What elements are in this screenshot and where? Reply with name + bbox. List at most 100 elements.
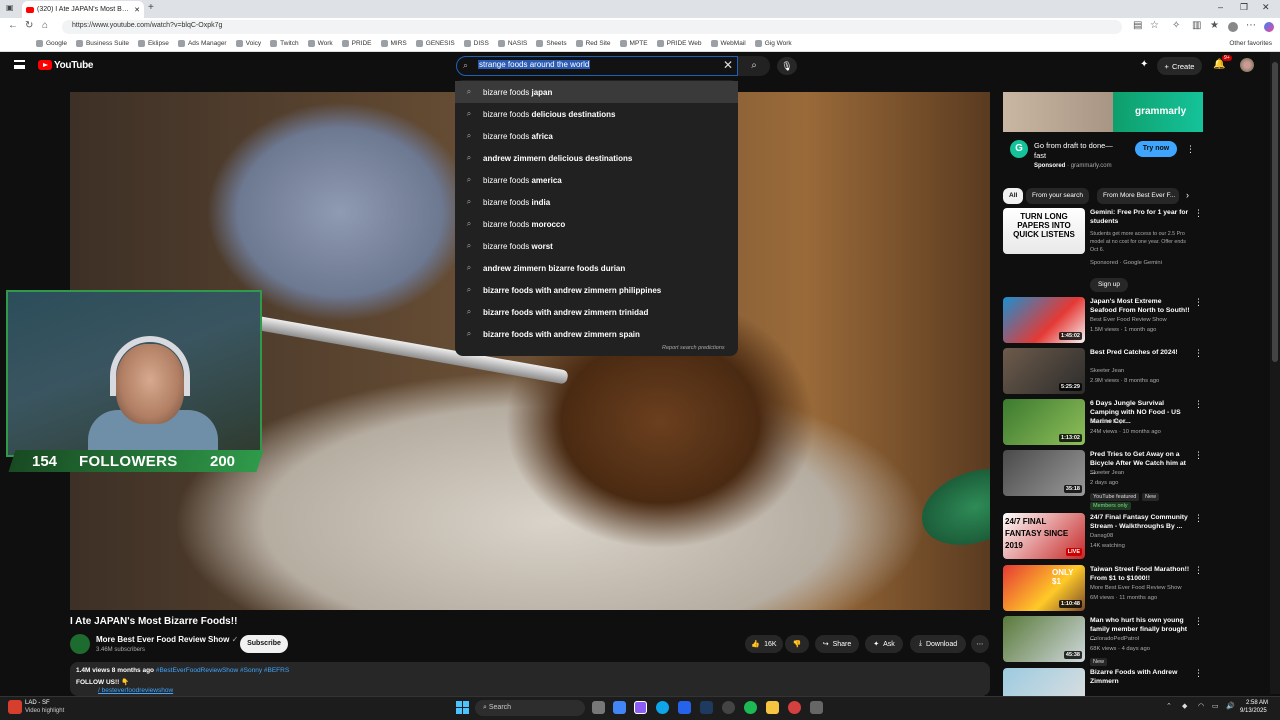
reader-icon[interactable]: ▤ (1133, 20, 1142, 31)
copilot-icon[interactable] (1264, 22, 1274, 32)
sparkle-icon[interactable]: ✦ (1140, 59, 1148, 70)
bookmark-item[interactable]: NASIS (497, 40, 527, 47)
rec-title[interactable]: 24/7 Final Fantasy Community Stream - Wa… (1090, 513, 1190, 531)
rec-channel[interactable]: Dansg08 (1090, 532, 1190, 540)
app-icon-gray[interactable] (810, 701, 823, 714)
rec-title[interactable]: Gemini: Free Pro for 1 year for students (1090, 208, 1190, 226)
chrome-app-icon[interactable] (613, 701, 626, 714)
rec-channel[interactable]: ColoradoPedPatrol (1090, 635, 1190, 643)
more-actions-button[interactable]: ⋯ (971, 635, 989, 653)
tray-app-icon[interactable]: ◆ (1182, 702, 1187, 710)
rec-title[interactable]: Bizarre Foods with Andrew Zimmern (1090, 668, 1190, 686)
split-screen-icon[interactable]: ▥ (1192, 20, 1201, 31)
app-icon-blue[interactable] (678, 701, 691, 714)
bookmark-item[interactable]: Ads Manager (177, 40, 227, 47)
back-icon[interactable]: ← (8, 20, 18, 31)
search-suggestion[interactable]: ⌕ bizarre foods with andrew zimmern trini… (455, 301, 738, 323)
share-button[interactable]: ↪ Share (815, 635, 859, 653)
dislike-button[interactable]: 👎 (785, 635, 809, 653)
bookmark-item[interactable]: WebMail (710, 40, 746, 47)
rec-more-icon[interactable]: ⋮ (1194, 399, 1203, 410)
search-suggestion[interactable]: ⌕ bizarre foods with andrew zimmern spain (455, 323, 738, 345)
rec-thumbnail[interactable]: 45:38 (1003, 616, 1085, 662)
rec-title[interactable]: Taiwan Street Food Marathon!! From $1 to… (1090, 565, 1190, 583)
close-window-icon[interactable]: ✕ (1262, 2, 1270, 13)
widget-icon[interactable] (8, 700, 22, 714)
start-button[interactable] (456, 701, 469, 714)
ad-title[interactable]: Go from draft to done—fast (1034, 141, 1124, 161)
file-explorer-icon[interactable] (766, 701, 779, 714)
chip-all[interactable]: All (1003, 188, 1024, 204)
rec-channel[interactable]: Outdoor Boys (1090, 418, 1190, 426)
rec-more-icon[interactable]: ⋮ (1194, 616, 1203, 627)
rec-more-icon[interactable]: ⋮ (1194, 208, 1203, 219)
channel-name[interactable]: More Best Ever Food Review Show ✓ (96, 635, 238, 644)
volume-icon[interactable]: 🔊 (1226, 702, 1235, 710)
bookmark-item[interactable]: Work (307, 40, 333, 47)
channel-avatar[interactable] (70, 634, 90, 654)
download-button[interactable]: ⤓ Download (910, 635, 966, 653)
network-icon[interactable]: ▭ (1212, 702, 1219, 710)
bookmark-item[interactable]: Sheets (536, 40, 567, 47)
reload-icon[interactable]: ↻ (25, 20, 33, 31)
spotify-app-icon[interactable] (744, 701, 757, 714)
rec-channel[interactable]: Skeeter Jean (1090, 367, 1190, 375)
chip-from-channel[interactable]: From More Best Ever F... (1097, 188, 1179, 204)
bookmark-item[interactable]: Google (36, 40, 67, 47)
edge-app-icon[interactable] (656, 701, 669, 714)
bookmark-item[interactable]: Eklipse (137, 40, 169, 47)
rec-more-icon[interactable]: ⋮ (1194, 297, 1203, 308)
more-menu-icon[interactable]: ⋯ (1246, 20, 1256, 31)
taskbar-search[interactable]: ⌕ Search (475, 700, 585, 716)
create-button[interactable]: + Create (1157, 57, 1202, 75)
rec-more-icon[interactable]: ⋮ (1194, 513, 1203, 524)
clear-search-icon[interactable]: ✕ (723, 58, 733, 72)
home-icon[interactable]: ⌂ (42, 20, 48, 31)
search-suggestion[interactable]: ⌕ bizarre foods america (455, 169, 738, 191)
tab-actions-icon[interactable]: ▣ (6, 3, 14, 12)
rec-thumbnail[interactable]: 5:25:29 (1003, 348, 1085, 394)
bookmark-item[interactable]: MPTE (619, 40, 648, 47)
menu-icon[interactable] (14, 60, 25, 69)
favorites-icon[interactable]: ★ (1210, 20, 1219, 31)
like-button[interactable]: 👍 16K (745, 635, 783, 653)
account-avatar[interactable] (1240, 58, 1254, 72)
extensions-icon[interactable]: ✧ (1172, 20, 1180, 31)
rec-thumbnail[interactable]: 35:18 (1003, 450, 1085, 496)
bookmark-item[interactable]: PRIDE (341, 40, 372, 47)
search-suggestion[interactable]: ⌕ andrew zimmern bizarre foods durian (455, 257, 738, 279)
search-suggestion[interactable]: ⌕ bizarre foods africa (455, 125, 738, 147)
youtube-logo[interactable]: YouTube (54, 60, 94, 71)
minimize-icon[interactable]: – (1218, 2, 1223, 12)
task-view-icon[interactable] (592, 701, 605, 714)
app-icon-red[interactable] (788, 701, 801, 714)
search-suggestion[interactable]: ⌕ bizarre foods worst (455, 235, 738, 257)
bookmark-item[interactable]: GENESIS (415, 40, 455, 47)
obs-app-icon[interactable] (722, 701, 735, 714)
search-button[interactable]: ⌕ (738, 56, 770, 76)
search-value[interactable]: strange foods around the world (478, 60, 591, 69)
browser-tab[interactable]: (320) I Ate JAPAN's Most Bu... ✕ (22, 1, 144, 18)
scrollbar-thumb[interactable] (1272, 62, 1278, 362)
bookmark-item[interactable]: MIRS (380, 40, 407, 47)
close-tab-icon[interactable]: ✕ (134, 6, 140, 14)
other-favorites[interactable]: Other favorites (1229, 40, 1272, 47)
wifi-icon[interactable]: ◠ (1198, 702, 1204, 710)
report-search-predictions[interactable]: Report search predictions (662, 345, 725, 351)
chip-from-search[interactable]: From your search (1026, 188, 1089, 204)
rec-more-icon[interactable]: ⋮ (1194, 668, 1203, 679)
clock-time[interactable]: 2:58 AM (1246, 700, 1268, 706)
try-now-button[interactable]: Try now (1135, 141, 1177, 157)
ask-button[interactable]: ✦ Ask (865, 635, 903, 653)
favorite-star-icon[interactable]: ☆ (1150, 20, 1159, 31)
profile-icon[interactable] (1228, 22, 1238, 32)
rec-title[interactable]: Best Pred Catches of 2024! (1090, 348, 1190, 357)
rec-channel[interactable]: Best Ever Food Review Show (1090, 316, 1190, 324)
bookmark-item[interactable]: Business Suite (75, 40, 129, 47)
rec-more-icon[interactable]: ⋮ (1194, 450, 1203, 461)
youtube-logo-icon[interactable] (38, 60, 52, 70)
bookmark-item[interactable]: Voicy (235, 40, 261, 47)
rec-more-icon[interactable]: ⋮ (1194, 565, 1203, 576)
rec-title[interactable]: Japan's Most Extreme Seafood From North … (1090, 297, 1190, 315)
search-suggestion[interactable]: ⌕ bizarre foods india (455, 191, 738, 213)
